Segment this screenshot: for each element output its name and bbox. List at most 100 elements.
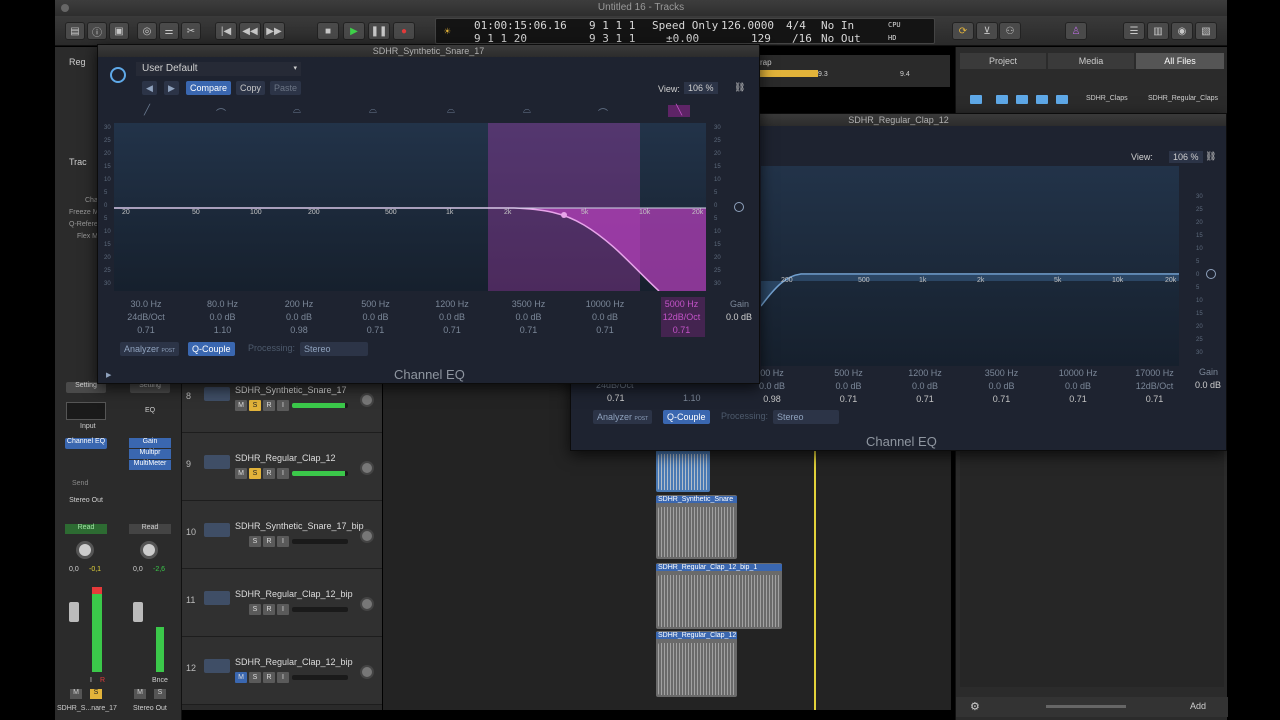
mute-button[interactable]: M [235, 400, 247, 411]
track-header-row[interactable]: 10 SDHR_Synthetic_Snare_17_bip S R I [182, 501, 382, 569]
pan-knob[interactable] [360, 597, 374, 611]
cycle-button[interactable]: ⟳ [952, 22, 974, 40]
gain-value-main[interactable]: 0.0 dB [726, 312, 752, 322]
loop-browser-button[interactable]: ◉ [1171, 22, 1193, 40]
volume-slider[interactable] [292, 675, 348, 680]
plugin-multipressor[interactable]: Multipr [129, 449, 171, 459]
eq-graph-main[interactable] [114, 123, 706, 291]
power-button[interactable] [110, 67, 126, 83]
output-left[interactable]: Stereo Out [65, 497, 107, 504]
solo-button-left[interactable]: S [90, 689, 102, 699]
solo-button[interactable]: S [249, 468, 261, 479]
q-couple-button-back[interactable]: Q-Couple [663, 410, 710, 424]
volume-slider[interactable] [1046, 705, 1126, 708]
solo-button[interactable]: S [249, 536, 261, 547]
high-shelf-icon[interactable]: ⌒ [592, 105, 614, 120]
rewind-button[interactable]: ◀◀ [239, 22, 261, 40]
ruler-menu[interactable]: rap [760, 58, 772, 67]
view-zoom-value[interactable]: 106 % [684, 82, 718, 94]
gain-slider-main[interactable] [734, 202, 744, 212]
record-button[interactable]: R [263, 672, 275, 683]
mute-button-right[interactable]: M [134, 689, 146, 699]
lcd-display[interactable]: ☀ 01:00:15:06.16 9 1 1 1 9 1 1 20 9 3 1 … [435, 18, 935, 45]
track-header[interactable]: Trac [69, 157, 87, 167]
input-button-left[interactable]: Input [80, 423, 96, 430]
record-button[interactable]: ● [393, 22, 415, 40]
audio-region[interactable]: SDHR_Regular_Clap_12 [656, 631, 737, 697]
processing-select-back[interactable]: Stereo [773, 410, 839, 424]
pan-knob[interactable] [360, 529, 374, 543]
left-band-q2[interactable]: 1.10 [683, 393, 701, 403]
record-button[interactable]: R [263, 468, 275, 479]
volume-slider[interactable] [292, 471, 348, 476]
ruler[interactable]: rap 9.3 9.4 [760, 55, 950, 87]
bell-band-icon[interactable]: ⌓ [286, 105, 308, 117]
audio-region[interactable]: SDHR_Synthetic_Snare [656, 495, 737, 559]
input-monitor-button[interactable]: I [277, 400, 289, 411]
channel-eq-slot[interactable]: Channel EQ [65, 438, 107, 449]
add-button[interactable]: Add [1190, 701, 1206, 711]
solo-button[interactable]: S [249, 400, 261, 411]
low-shelf-icon[interactable]: ⌒ [210, 105, 232, 120]
plugin-gain[interactable]: Gain [129, 438, 171, 448]
compare-button[interactable]: Compare [186, 81, 232, 95]
plugin-multimeter[interactable]: MultiMeter [129, 460, 171, 470]
pause-button[interactable]: ❚❚ [368, 22, 390, 40]
eq-display-left[interactable] [66, 402, 106, 420]
bell-band-icon[interactable]: ⌓ [516, 105, 538, 117]
tab-project[interactable]: Project [960, 53, 1046, 69]
analyzer-button-back[interactable]: Analyzer POST [593, 410, 653, 424]
input-monitor-button[interactable]: I [277, 536, 289, 547]
cycle-region[interactable] [760, 70, 818, 77]
automation-read-left[interactable]: Read [65, 524, 107, 534]
input-monitor-button[interactable]: I [277, 604, 289, 615]
solo-button-right[interactable]: S [154, 689, 166, 699]
preset-menu[interactable]: User Default ▾ [136, 62, 301, 76]
volume-fader-right[interactable] [133, 602, 143, 622]
bell-band-icon[interactable]: ⌓ [440, 105, 462, 117]
smart-controls-button[interactable]: ◎ [137, 22, 157, 40]
track-name[interactable]: SDHR_Regular_Clap_12_bip [235, 589, 353, 599]
left-band-q[interactable]: 0.71 [607, 393, 625, 403]
record-button[interactable]: R [263, 400, 275, 411]
pan-knob[interactable] [360, 665, 374, 679]
high-cut-icon[interactable]: ╲ [668, 105, 690, 117]
volume-slider[interactable] [292, 403, 348, 408]
analyzer-button-main[interactable]: Analyzer POST [120, 342, 180, 356]
browser-list[interactable] [960, 447, 1224, 687]
solo-button[interactable]: S [249, 604, 261, 615]
send-label-left[interactable]: Send [72, 480, 88, 487]
eq-graph-back[interactable] [761, 166, 1179, 366]
gain-slider-back[interactable] [1206, 269, 1216, 279]
record-enable-left[interactable]: R [100, 677, 105, 684]
count-in-button[interactable]: ⚇ [999, 22, 1021, 40]
automation-read-right[interactable]: Read [129, 524, 171, 534]
record-button[interactable]: R [263, 536, 275, 547]
metronome-button[interactable]: ♙ [1065, 22, 1087, 40]
copy-button[interactable]: Copy [236, 81, 266, 95]
info-button[interactable]: ⓘ [87, 22, 107, 40]
input-monitor-button[interactable]: I [277, 672, 289, 683]
low-cut-icon[interactable]: ╱ [136, 105, 158, 117]
mixer-button[interactable]: ⚌ [159, 22, 179, 40]
processing-select-main[interactable]: Stereo [300, 342, 368, 356]
browser-path-2[interactable]: SDHR_Regular_Claps [1148, 95, 1218, 102]
track-header-row[interactable]: 12 SDHR_Regular_Clap_12_bip M S R I [182, 637, 382, 705]
audio-region[interactable]: SDHR_Regular_Clap_12_bip_1 [656, 563, 782, 629]
eq-button-right[interactable]: EQ [130, 402, 170, 420]
q-couple-button-main[interactable]: Q-Couple [188, 342, 235, 356]
pan-knob-left[interactable] [76, 541, 94, 559]
input-monitor-button[interactable]: I [277, 468, 289, 479]
list-editors-button[interactable]: ☰ [1123, 22, 1145, 40]
previous-preset-button[interactable]: ◀ [142, 81, 157, 95]
paste-button[interactable]: Paste [270, 81, 302, 95]
go-to-beginning-button[interactable]: |◀ [215, 22, 237, 40]
gain-value-back[interactable]: 0.0 dB [1195, 380, 1221, 390]
play-button[interactable]: ▶ [343, 22, 365, 40]
record-button[interactable]: R [263, 604, 275, 615]
solo-button[interactable]: S [249, 672, 261, 683]
expand-icon[interactable]: ▶ [106, 371, 111, 379]
track-name[interactable]: SDHR_Regular_Clap_12 [235, 453, 336, 463]
track-name[interactable]: SDHR_Regular_Clap_12_bip [235, 657, 353, 667]
volume-slider[interactable] [292, 607, 348, 612]
